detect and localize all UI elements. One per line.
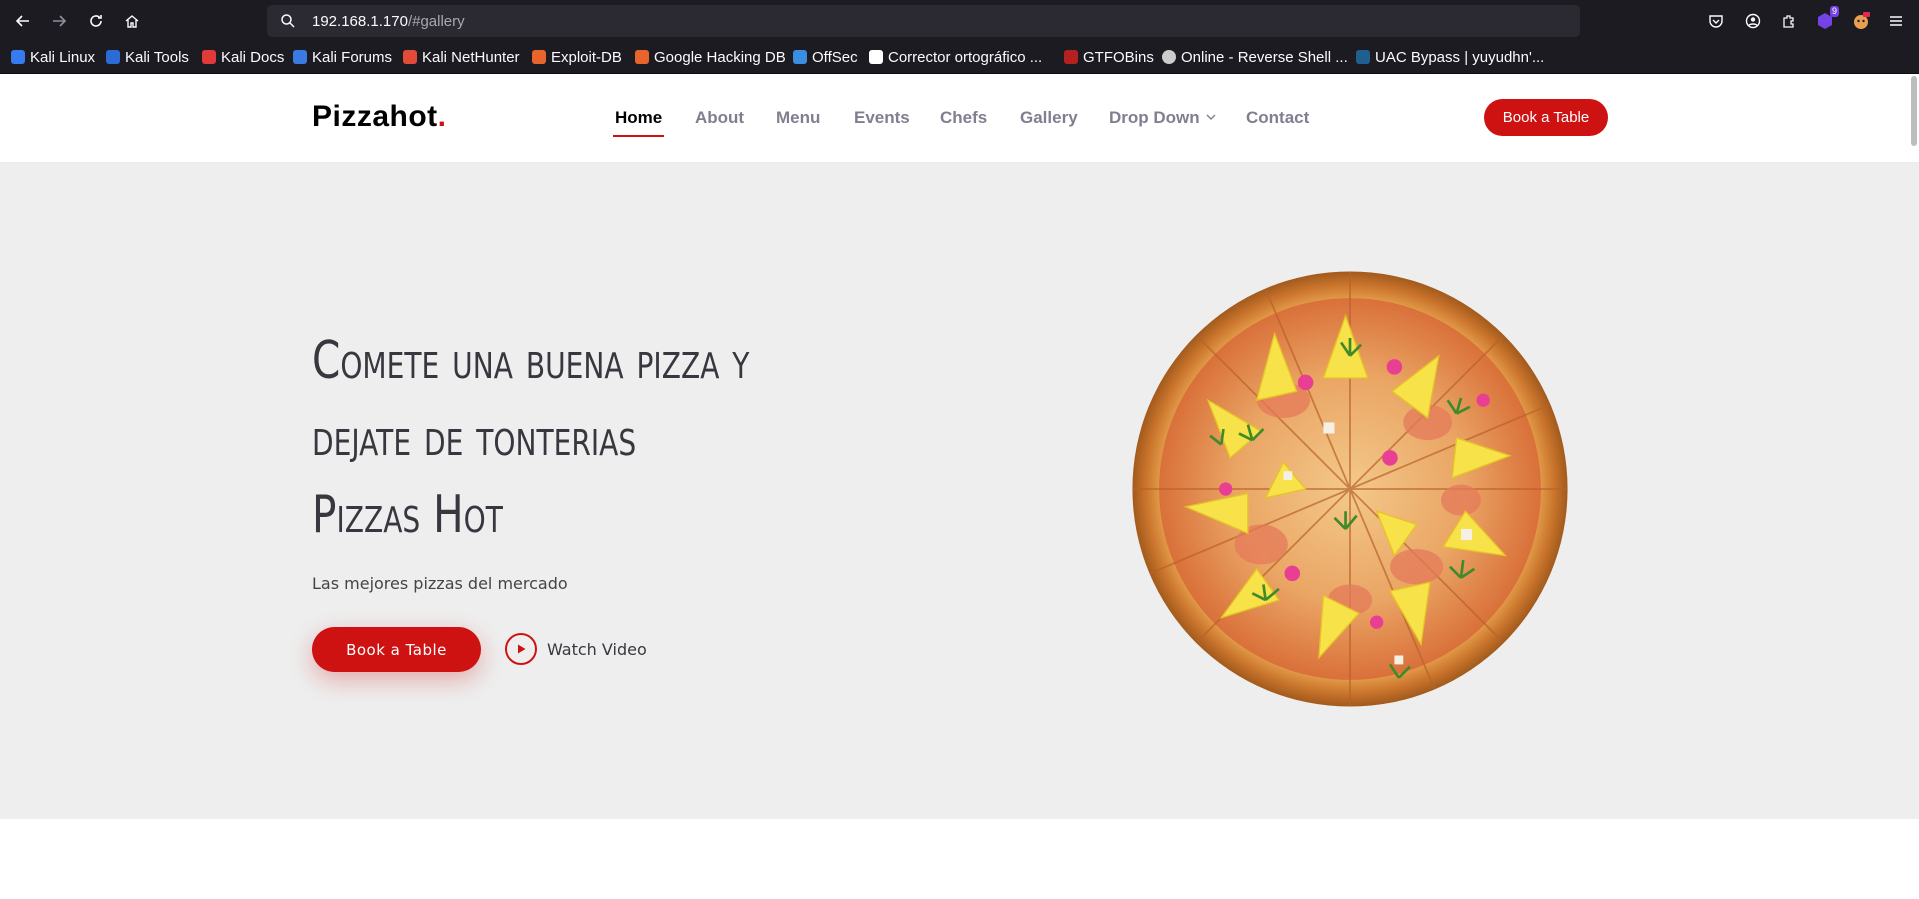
header-book-table-button[interactable]: Book a Table (1484, 99, 1608, 136)
lower-section (0, 819, 1919, 899)
hero-book-table-button[interactable]: Book a Table (312, 627, 481, 672)
hero-title-line: Pizzas Hot (312, 485, 503, 545)
ghdb-icon (635, 50, 649, 64)
url-path: /#gallery (407, 13, 465, 30)
hero-title-line: Comete una buena pizza y (312, 331, 750, 391)
account-icon[interactable] (1741, 9, 1765, 33)
browser-toolbar: 192.168.1.170/#gallery 9 (0, 0, 1919, 42)
gtfobins-icon (1064, 50, 1078, 64)
url-bar[interactable]: 192.168.1.170/#gallery (267, 5, 1580, 37)
extensions-icon[interactable] (1777, 9, 1801, 33)
logo-text: Pizzahot (312, 100, 438, 133)
bookmark-label: GTFOBins (1083, 48, 1154, 66)
kali-docs-icon (202, 50, 216, 64)
bookmark-kali-nethunter[interactable]: Kali NetHunter (403, 47, 520, 67)
page-scrollbar[interactable] (1911, 76, 1917, 146)
corrector-icon (869, 50, 883, 64)
bookmark-google-hacking-db[interactable]: Google Hacking DB (635, 47, 786, 67)
nav-events[interactable]: Events (854, 108, 910, 128)
nav-chefs[interactable]: Chefs (940, 108, 987, 128)
bookmark-kali-linux[interactable]: Kali Linux (11, 47, 95, 67)
url-host: 192.168.1.170 (312, 13, 408, 30)
offsec-icon (793, 50, 807, 64)
kali-dragon-icon (11, 50, 25, 64)
bookmark-label: Kali Linux (30, 48, 96, 66)
nethunter-icon (403, 50, 417, 64)
bookmarks-bar: Kali Linux Kali Tools Kali Docs Kali For… (0, 42, 1919, 74)
logo-dot: . (437, 100, 447, 133)
nav-dropdown-label: Drop Down (1109, 108, 1200, 127)
bookmark-exploit-db[interactable]: Exploit-DB (532, 47, 622, 67)
hero-section: Comete una buena pizza y dejate de tonte… (0, 163, 1919, 819)
search-icon (280, 13, 296, 34)
hero-subtitle: Las mejores pizzas del mercado (312, 574, 568, 593)
kali-forums-icon (293, 50, 307, 64)
uac-bypass-icon (1356, 50, 1370, 64)
bookmark-label: OffSec (812, 48, 858, 66)
skull-icon (1162, 50, 1176, 64)
bookmark-label: Kali NetHunter (422, 48, 520, 66)
watch-video-label: Watch Video (547, 639, 647, 659)
bookmark-label: Kali Tools (125, 48, 189, 66)
bookmark-gtfobins[interactable]: GTFOBins (1064, 47, 1154, 67)
pizza-image (1132, 271, 1568, 707)
nav-home[interactable]: Home (612, 108, 665, 137)
nav-contact[interactable]: Contact (1246, 108, 1309, 128)
exploit-db-icon (532, 50, 546, 64)
nav-gallery[interactable]: Gallery (1020, 108, 1078, 128)
bookmark-offsec[interactable]: OffSec (793, 47, 858, 67)
chevron-down-icon (1205, 108, 1217, 128)
nav-menu[interactable]: Menu (776, 108, 820, 128)
nav-dropdown[interactable]: Drop Down (1109, 108, 1217, 128)
watch-video-button[interactable]: Watch Video (505, 632, 647, 666)
bookmark-label: Kali Docs (221, 48, 285, 66)
url-text: 192.168.1.170/#gallery (312, 13, 465, 30)
home-icon[interactable] (120, 9, 144, 33)
bookmark-kali-tools[interactable]: Kali Tools (106, 47, 189, 67)
forward-icon[interactable] (47, 9, 71, 33)
bookmark-label: Corrector ortográfico ... (888, 48, 1043, 66)
back-icon[interactable] (11, 9, 35, 33)
bookmark-kali-docs[interactable]: Kali Docs (202, 47, 284, 67)
site-header: Pizzahot. Home About Menu Events Chefs G… (0, 74, 1919, 163)
extension-badge-icon[interactable]: 9 (1813, 6, 1839, 33)
reload-icon[interactable] (84, 9, 108, 33)
bookmark-corrector[interactable]: Corrector ortográfico ... (869, 47, 1042, 67)
fox-extension-icon[interactable] (1849, 9, 1873, 33)
extension-badge: 9 (1829, 6, 1839, 17)
bookmark-label: Exploit-DB (551, 48, 622, 66)
nav-about[interactable]: About (695, 108, 744, 128)
play-icon (505, 633, 537, 665)
bookmark-label: UAC Bypass | yuyudhn'... (1375, 48, 1545, 66)
bookmark-label: Kali Forums (312, 48, 393, 66)
menu-icon[interactable] (1884, 9, 1908, 33)
hero-title-line: dejate de tonterias (312, 408, 637, 468)
site-logo[interactable]: Pizzahot. (312, 100, 447, 134)
hero-title: Comete una buena pizza y dejate de tonte… (312, 323, 749, 554)
pocket-icon[interactable] (1704, 9, 1728, 33)
bookmark-reverse-shell[interactable]: Online - Reverse Shell ... (1162, 47, 1348, 67)
bookmark-uac-bypass[interactable]: UAC Bypass | yuyudhn'... (1356, 47, 1544, 67)
bookmark-kali-forums[interactable]: Kali Forums (293, 47, 392, 67)
bookmark-label: Online - Reverse Shell ... (1181, 48, 1348, 66)
bookmark-label: Google Hacking DB (654, 48, 786, 66)
kali-tools-icon (106, 50, 120, 64)
